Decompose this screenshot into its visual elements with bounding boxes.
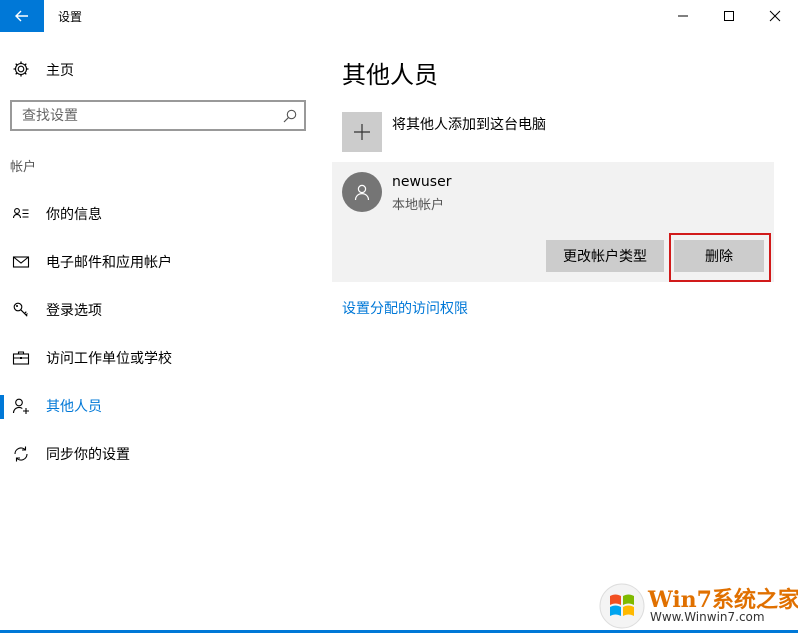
delete-button[interactable]: 删除 (674, 240, 764, 272)
sidebar-item-label: 电子邮件和应用帐户 (46, 255, 172, 271)
window-title: 设置 (58, 10, 83, 24)
add-person-icon (12, 398, 29, 414)
search-box[interactable] (10, 100, 306, 131)
maximize-icon (724, 11, 734, 21)
sidebar-item-your-info[interactable]: 你的信息 (0, 193, 330, 233)
maximize-button[interactable] (706, 0, 752, 32)
user-name: newuser (392, 174, 452, 190)
change-account-type-button[interactable]: 更改帐户类型 (546, 240, 664, 272)
section-label: 帐户 (10, 160, 37, 175)
sidebar-item-other-people[interactable]: 其他人员 (0, 385, 330, 425)
person-list-icon (12, 208, 29, 219)
active-indicator (0, 395, 4, 419)
back-arrow-icon (15, 10, 28, 22)
user-card[interactable]: newuser 本地帐户 更改帐户类型 删除 (332, 162, 774, 282)
add-person-tile[interactable] (342, 112, 382, 152)
windows-logo-icon (599, 583, 645, 629)
sidebar-item-email[interactable]: 电子邮件和应用帐户 (0, 241, 330, 281)
user-icon (354, 184, 370, 201)
watermark: Win7系统之家 Www.Winwin7.com (598, 580, 798, 630)
watermark-url: Www.Winwin7.com (650, 610, 765, 624)
sidebar-item-label: 你的信息 (46, 207, 102, 223)
close-button[interactable] (752, 0, 798, 32)
gear-icon (13, 61, 29, 77)
page-title: 其他人员 (342, 61, 438, 89)
sidebar-item-work-school[interactable]: 访问工作单位或学校 (0, 337, 330, 377)
sidebar-item-label: 访问工作单位或学校 (46, 351, 172, 367)
briefcase-icon (12, 351, 30, 365)
add-person-row[interactable]: 将其他人添加到这台电脑 (342, 112, 772, 152)
add-person-label[interactable]: 将其他人添加到这台电脑 (392, 114, 546, 134)
user-account-type: 本地帐户 (392, 198, 445, 213)
search-input[interactable] (22, 106, 272, 126)
assigned-access-link[interactable]: 设置分配的访问权限 (342, 298, 468, 318)
sidebar-item-label: 同步你的设置 (46, 447, 130, 463)
sidebar-item-label: 登录选项 (46, 303, 102, 319)
avatar (342, 172, 382, 212)
sidebar-home[interactable]: 主页 (0, 52, 330, 86)
back-button[interactable] (0, 0, 44, 32)
title-bar: 设置 (0, 0, 798, 32)
search-icon[interactable] (282, 108, 298, 124)
key-icon (13, 302, 28, 317)
minimize-icon (678, 15, 688, 17)
sync-icon (14, 446, 28, 462)
mail-icon (12, 256, 30, 268)
sidebar-item-label: 其他人员 (46, 399, 102, 415)
sidebar-home-label: 主页 (46, 63, 74, 79)
sidebar-item-sign-in[interactable]: 登录选项 (0, 289, 330, 329)
minimize-button[interactable] (660, 0, 706, 32)
close-icon (769, 10, 781, 22)
sidebar-item-sync[interactable]: 同步你的设置 (0, 433, 330, 473)
plus-icon (354, 124, 370, 140)
